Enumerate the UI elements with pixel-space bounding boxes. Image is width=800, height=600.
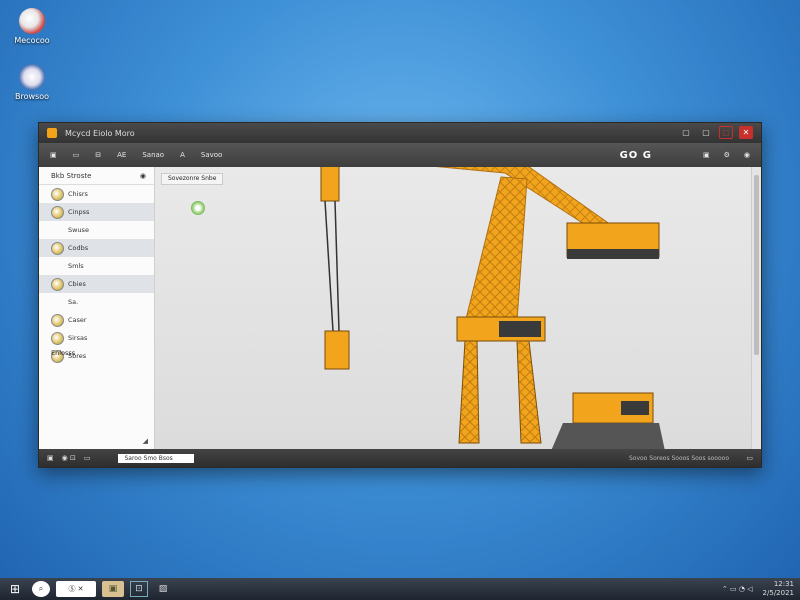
toolbar-button-7[interactable]: Savoo bbox=[198, 149, 225, 161]
toolbar-right: GO G ▣ ⚙ ◉ bbox=[620, 149, 753, 161]
search-icon[interactable]: ⌕ bbox=[32, 581, 50, 597]
crane-base-platform bbox=[551, 423, 665, 449]
start-button[interactable]: ⊞ bbox=[4, 580, 26, 598]
taskbar-app-crane[interactable]: ▣ bbox=[102, 581, 124, 597]
sidebar-item-label: Smls bbox=[68, 262, 84, 270]
sidebar-item[interactable]: Chisrs bbox=[39, 185, 154, 203]
sidebar-item[interactable]: Swuse bbox=[39, 221, 154, 239]
crane-cab-window bbox=[499, 321, 541, 337]
taskbar-app-browser[interactable]: ⊡ bbox=[130, 581, 148, 597]
toolbar-button-1[interactable]: ▣ bbox=[47, 149, 60, 161]
crane-counterweight-base bbox=[567, 249, 659, 259]
sidebar-item-label: Cinpss bbox=[68, 208, 90, 216]
toolbar-right-button-1[interactable]: ▣ bbox=[700, 149, 713, 161]
system-tray: ⌃ ▭ ◔ ◁ 12:31 2/5/2021 bbox=[722, 580, 794, 598]
status-button-2[interactable]: ◉ ⊡ bbox=[62, 454, 76, 462]
status-button-3[interactable]: ▭ bbox=[84, 454, 91, 462]
crane-leg-right-lattice bbox=[517, 341, 541, 443]
status-button-1[interactable]: ▣ bbox=[47, 454, 54, 462]
brand-label: GO G bbox=[619, 149, 652, 161]
sidebar-item-icon bbox=[51, 277, 64, 291]
sidebar-header-icon[interactable]: ◉ bbox=[140, 172, 146, 180]
sidebar-item-label: Caser bbox=[68, 316, 87, 324]
desktop-icon-browsoo[interactable]: Browsoo bbox=[2, 64, 62, 101]
settings-icon[interactable]: ⚙ bbox=[721, 149, 733, 161]
scrollbar-thumb[interactable] bbox=[754, 175, 759, 355]
sidebar-footer[interactable]: Enlosss bbox=[51, 349, 75, 357]
sidebar-item-label: Cbies bbox=[68, 280, 86, 288]
maximize-button[interactable]: ▢ bbox=[719, 126, 733, 139]
close-button[interactable]: ✕ bbox=[739, 126, 753, 139]
crane-jib-lattice bbox=[441, 167, 611, 231]
crane-generator-panel bbox=[621, 401, 649, 415]
crane-trolley bbox=[320, 167, 340, 202]
app-logo-icon bbox=[47, 128, 57, 138]
resize-corner-icon[interactable]: ◢ bbox=[143, 437, 148, 445]
crane-mast-lattice bbox=[465, 177, 527, 323]
sidebar-item[interactable]: Smls bbox=[39, 257, 154, 275]
sidebar-item-icon bbox=[51, 313, 64, 327]
toolbar-right-button-3[interactable]: ◉ bbox=[741, 149, 753, 161]
desktop-icon-label: Mecocoo bbox=[14, 36, 50, 45]
sidebar-item[interactable]: Sirsas bbox=[39, 329, 154, 347]
crane-cable-1 bbox=[324, 200, 334, 332]
status-end-button[interactable]: ▭ bbox=[746, 454, 753, 462]
status-field[interactable]: Saroo Smo Bsos bbox=[118, 453, 195, 463]
toolbar-button-6[interactable]: A bbox=[177, 149, 188, 161]
toolbar-button-4[interactable]: AE bbox=[114, 149, 129, 161]
sidebar-item-label: Chisrs bbox=[68, 190, 88, 198]
sidebar-item-label: Sa. bbox=[68, 298, 79, 306]
toolbar-button-3[interactable]: ⊟ bbox=[92, 149, 104, 161]
status-bar: ▣ ◉ ⊡ ▭ Saroo Smo Bsos Sovoo Soreos Sooo… bbox=[39, 449, 761, 467]
crane-hook-block bbox=[324, 330, 350, 370]
sidebar-item-icon bbox=[51, 205, 64, 219]
sidebar-item-icon bbox=[51, 187, 64, 201]
browser-icon bbox=[19, 64, 45, 90]
desktop-icon-mecocoo[interactable]: Mecocoo bbox=[2, 8, 62, 45]
vertical-scrollbar[interactable] bbox=[751, 167, 761, 449]
toolbar-button-2[interactable]: ▭ bbox=[70, 149, 83, 161]
canvas-viewport[interactable]: Sovezonre Snbe bbox=[155, 167, 751, 449]
toolbar-button-5[interactable]: Sanao bbox=[139, 149, 167, 161]
app-window: Mcycd Eiolo Moro ▢ ▢ ▢ ✕ ▣ ▭ ⊟ AE Sanao … bbox=[38, 122, 762, 468]
sidebar-item[interactable]: Codbs bbox=[39, 239, 154, 257]
sidebar-item[interactable]: Caser bbox=[39, 311, 154, 329]
crane-model-illustration bbox=[320, 167, 665, 449]
app-globe-icon bbox=[19, 8, 45, 34]
desktop-icon-label: Browsoo bbox=[15, 92, 49, 101]
title-bar[interactable]: Mcycd Eiolo Moro ▢ ▢ ▢ ✕ bbox=[39, 123, 761, 143]
clock-date: 2/5/2021 bbox=[762, 589, 794, 597]
crane-leg-left-lattice bbox=[459, 341, 479, 443]
sidebar-item-label: Swuse bbox=[68, 226, 89, 234]
sidebar-item-label: Sirsas bbox=[68, 334, 88, 342]
toolbar: ▣ ▭ ⊟ AE Sanao A Savoo GO G ▣ ⚙ ◉ bbox=[39, 143, 761, 167]
sidebar-header-label: Bkb Stroste bbox=[51, 171, 92, 180]
status-text: Sovoo Soreos Sooos Soos sooooo bbox=[628, 454, 729, 462]
restore-button[interactable]: ▢ bbox=[699, 126, 713, 139]
sidebar-item-label: Codbs bbox=[68, 244, 89, 252]
window-title: Mcycd Eiolo Moro bbox=[65, 128, 135, 138]
tray-icons[interactable]: ⌃ ▭ ◔ ◁ bbox=[722, 585, 753, 593]
sidebar-item[interactable]: Sa. bbox=[39, 293, 154, 311]
clock-time: 12:31 bbox=[773, 580, 794, 588]
sidebar-item[interactable]: Cbies bbox=[39, 275, 154, 293]
sidebar-list: Chisrs Cinpss Swuse Codbs Smls Cbies Sa. Caser S… bbox=[39, 185, 154, 365]
crane-cable-2 bbox=[334, 200, 340, 332]
taskbar-app-files[interactable]: ▨ bbox=[154, 581, 172, 597]
clock[interactable]: 12:31 2/5/2021 bbox=[763, 580, 794, 598]
sidebar: Bkb Stroste ◉ Chisrs Cinpss Swuse Codbs Smls… bbox=[39, 167, 155, 449]
window-controls: ▢ ▢ ▢ ✕ bbox=[679, 126, 753, 139]
sidebar-item-icon bbox=[51, 331, 64, 345]
taskbar: ⊞ ⌕ Ⓢ ✕ ▣ ⊡ ▨ ⌃ ▭ ◔ ◁ 12:31 2/5/2021 bbox=[0, 578, 800, 600]
sidebar-item[interactable]: Cinpss bbox=[39, 203, 154, 221]
minimize-button[interactable]: ▢ bbox=[679, 126, 693, 139]
sidebar-header: Bkb Stroste ◉ bbox=[39, 167, 154, 185]
taskbar-pill[interactable]: Ⓢ ✕ bbox=[56, 581, 96, 597]
sidebar-item-icon bbox=[51, 241, 64, 255]
